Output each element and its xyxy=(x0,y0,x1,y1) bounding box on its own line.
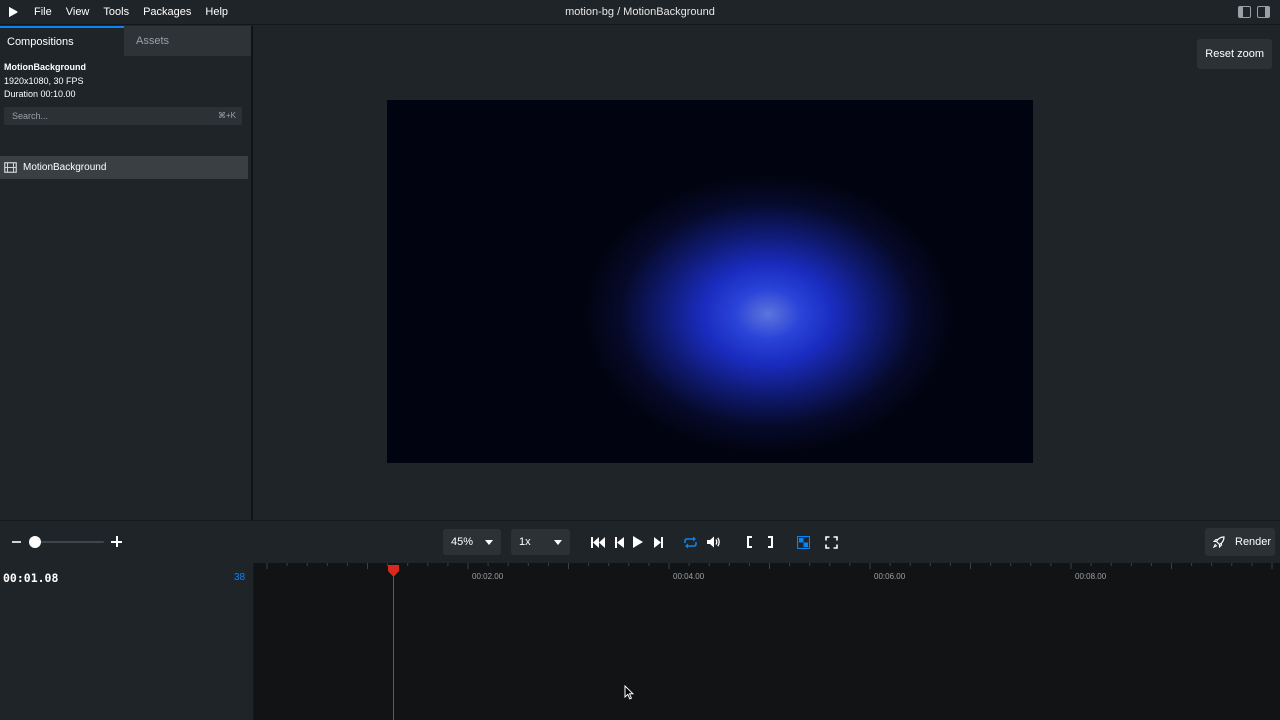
ruler-label: 00:06.00 xyxy=(874,572,906,581)
search-placeholder: Search... xyxy=(12,111,49,121)
toggle-left-panel-icon[interactable] xyxy=(1238,6,1251,18)
playback-controls: 45% 1x Render xyxy=(0,520,1280,562)
zoom-thumb[interactable] xyxy=(29,536,41,548)
ruler-ticks xyxy=(266,563,1273,569)
app-logo-icon[interactable] xyxy=(7,6,19,18)
chevron-down-icon xyxy=(554,540,562,545)
playhead-line xyxy=(393,571,394,720)
ruler-label: 00:04.00 xyxy=(673,572,705,581)
menu-packages[interactable]: Packages xyxy=(143,0,198,25)
composition-info: MotionBackground 1920x1080, 30 FPS Durat… xyxy=(4,61,86,102)
fullscreen-icon[interactable] xyxy=(822,533,840,551)
timeline-panel: 00:01.08 38 00:02.00 00:04.00 00:06.00 0… xyxy=(0,563,1280,720)
step-forward-icon[interactable] xyxy=(649,533,667,551)
play-icon[interactable] xyxy=(629,533,647,551)
film-icon xyxy=(4,162,17,173)
step-back-icon[interactable] xyxy=(610,533,628,551)
composition-name: MotionBackground xyxy=(4,62,86,72)
panel-toggles xyxy=(1238,6,1270,18)
render-button[interactable]: Render xyxy=(1205,528,1275,556)
preview-zoom-select[interactable]: 45% xyxy=(443,529,501,555)
playback-speed-select[interactable]: 1x xyxy=(511,529,570,555)
loop-icon[interactable] xyxy=(681,533,699,551)
jump-to-start-icon[interactable] xyxy=(589,533,607,551)
out-point-icon[interactable] xyxy=(761,533,779,551)
menu-bar: File View Tools Packages Help motion-bg … xyxy=(0,0,1280,25)
composition-duration: Duration 00:10.00 xyxy=(4,89,76,99)
mouse-cursor-icon xyxy=(624,685,634,700)
volume-icon[interactable] xyxy=(705,533,723,551)
sidebar-tabs: Compositions Assets xyxy=(0,26,251,56)
ruler-label: 00:02.00 xyxy=(472,572,504,581)
render-label: Render xyxy=(1235,536,1272,548)
zoom-out-icon[interactable] xyxy=(12,541,21,543)
menu-list: File View Tools Packages Help xyxy=(34,0,242,25)
current-timecode: 00:01.08 xyxy=(3,571,59,585)
zoom-in-icon[interactable] xyxy=(111,536,122,547)
app-window: File View Tools Packages Help motion-bg … xyxy=(0,0,1280,720)
preview-area: Reset zoom xyxy=(255,26,1280,520)
chevron-down-icon xyxy=(485,540,493,545)
timeline-layer-panel: 00:01.08 38 xyxy=(0,563,254,720)
transparency-checkerboard-icon[interactable] xyxy=(794,533,812,551)
rocket-icon xyxy=(1213,536,1225,548)
timeline-zoom-slider xyxy=(10,533,130,551)
zoom-track[interactable] xyxy=(32,541,104,543)
composition-list-label: MotionBackground xyxy=(23,162,107,173)
reset-zoom-button[interactable]: Reset zoom xyxy=(1197,39,1272,69)
current-frame: 38 xyxy=(234,572,246,583)
in-point-icon[interactable] xyxy=(740,533,758,551)
ruler-label: 00:08.00 xyxy=(1075,572,1107,581)
menu-help[interactable]: Help xyxy=(205,0,235,25)
toggle-right-panel-icon[interactable] xyxy=(1257,6,1270,18)
composition-canvas[interactable] xyxy=(387,100,1033,463)
preview-zoom-value: 45% xyxy=(451,536,474,548)
timeline-ruler[interactable]: 00:02.00 00:04.00 00:06.00 00:08.00 xyxy=(255,563,1280,587)
composition-list-item[interactable]: MotionBackground xyxy=(0,156,248,179)
search-shortcut: ⌘+K xyxy=(217,111,236,120)
composition-resolution: 1920x1080, 30 FPS xyxy=(4,75,84,86)
sidebar: Compositions Assets MotionBackground 192… xyxy=(0,26,253,520)
menu-file[interactable]: File xyxy=(34,0,59,25)
playback-speed-value: 1x xyxy=(519,536,531,548)
tab-compositions[interactable]: Compositions xyxy=(0,26,124,56)
tab-assets[interactable]: Assets xyxy=(124,26,251,56)
menu-view[interactable]: View xyxy=(66,0,97,25)
search-input[interactable]: Search... ⌘+K xyxy=(4,107,242,125)
playhead-handle[interactable] xyxy=(387,565,400,577)
menu-tools[interactable]: Tools xyxy=(103,0,136,25)
